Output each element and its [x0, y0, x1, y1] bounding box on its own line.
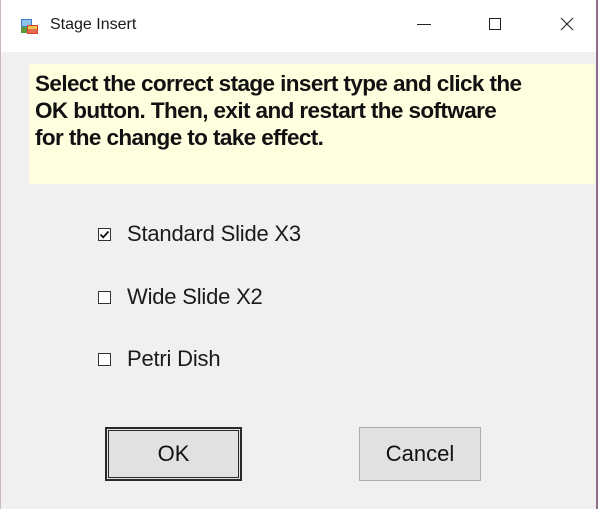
- title-bar[interactable]: Stage Insert: [1, 0, 596, 52]
- checkmark-icon: [99, 230, 110, 239]
- instruction-line: OK button. Then, exit and restart the so…: [35, 98, 497, 123]
- cancel-button-label: Cancel: [385, 441, 455, 466]
- checkbox-wide-slide-x2[interactable]: [98, 290, 111, 304]
- instruction-line: for the change to take effect.: [35, 125, 324, 150]
- close-button[interactable]: [539, 0, 595, 52]
- close-icon: [559, 16, 575, 37]
- ok-button[interactable]: OK: [105, 427, 242, 481]
- option-wide-slide-x2[interactable]: Wide Slide X2: [98, 284, 263, 310]
- minimize-icon: [416, 16, 432, 37]
- app-icon: [21, 17, 39, 35]
- option-label: Petri Dish: [127, 346, 221, 371]
- option-label: Standard Slide X3: [127, 221, 301, 246]
- option-petri-dish[interactable]: Petri Dish: [98, 346, 221, 372]
- instructions-panel: Select the correct stage insert type and…: [29, 64, 595, 184]
- maximize-icon: [487, 16, 503, 37]
- window-title: Stage Insert: [50, 16, 137, 33]
- instruction-line: Select the correct stage insert type and…: [35, 71, 522, 96]
- option-label: Wide Slide X2: [127, 284, 263, 309]
- option-standard-slide-x3[interactable]: Standard Slide X3: [98, 221, 301, 247]
- maximize-button[interactable]: [467, 0, 523, 52]
- cancel-button[interactable]: Cancel: [359, 427, 481, 481]
- ok-button-label: OK: [157, 441, 190, 466]
- minimize-button[interactable]: [396, 0, 452, 52]
- checkbox-petri-dish[interactable]: [98, 352, 111, 366]
- stage-insert-dialog: Stage Insert Select the correct stage in…: [0, 0, 598, 509]
- checkbox-standard-slide-x3[interactable]: [98, 227, 111, 241]
